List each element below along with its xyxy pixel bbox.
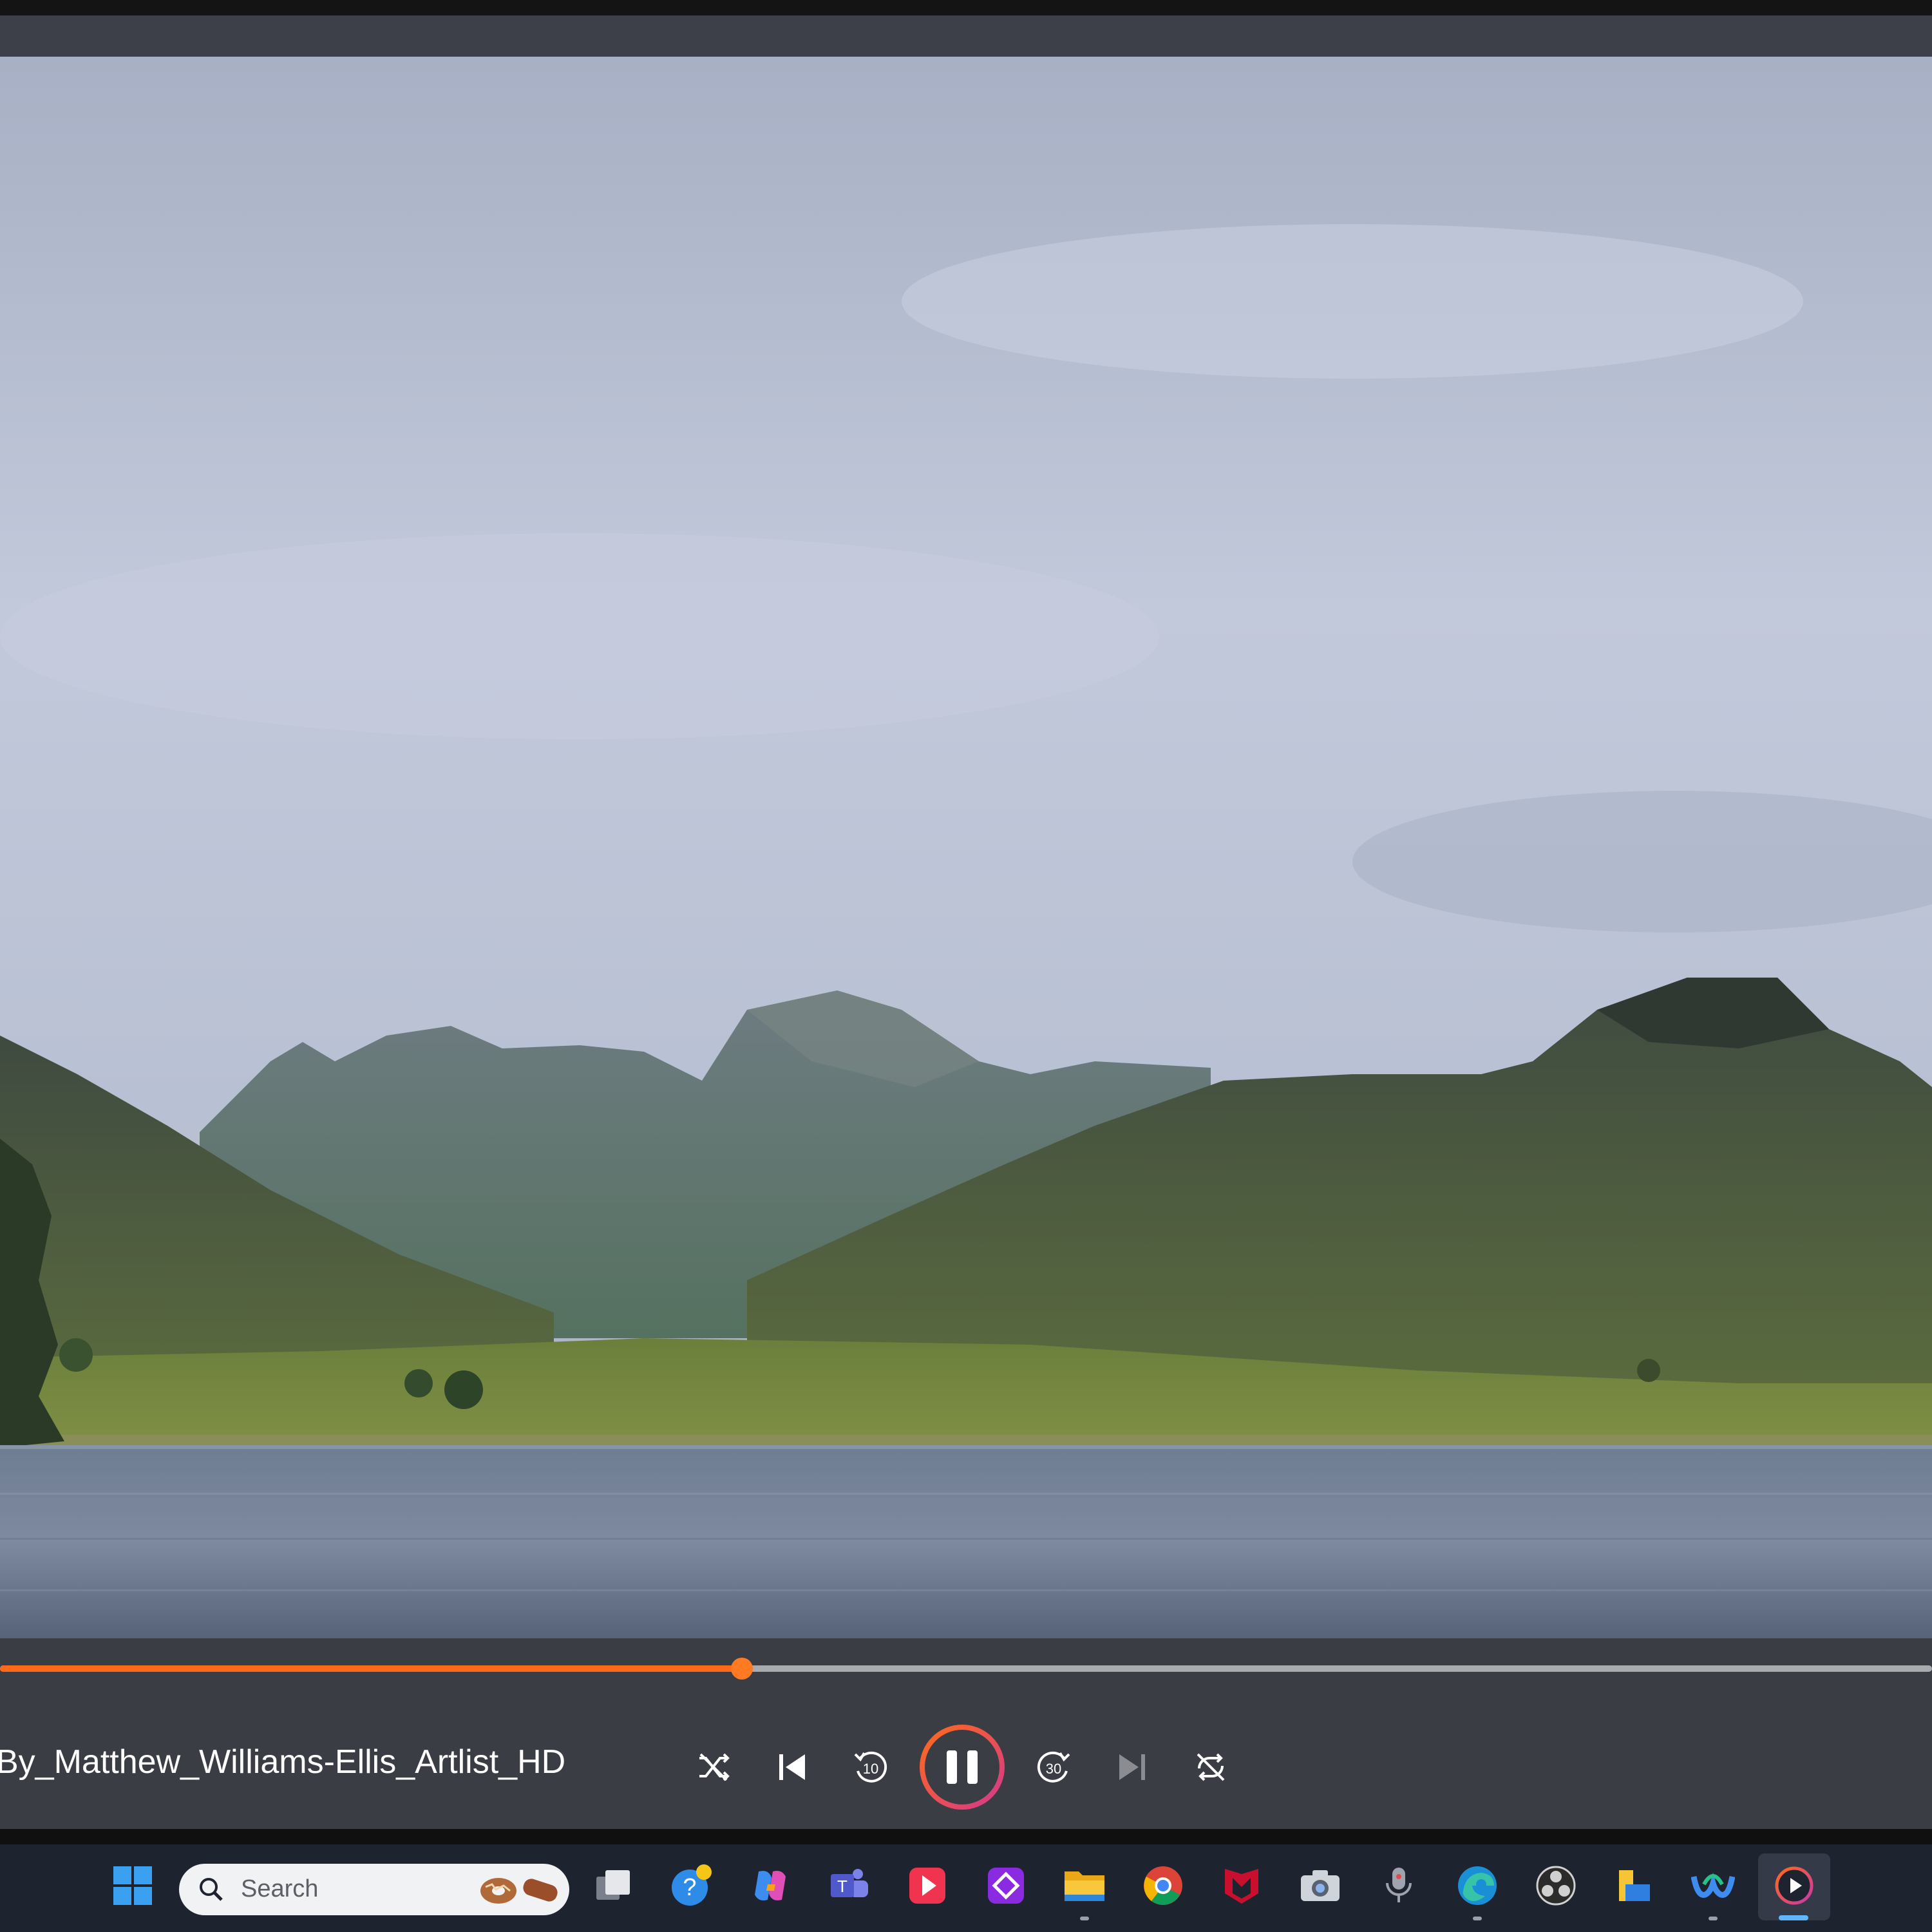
teams-icon: T [831,1869,868,1897]
voice-recorder-button[interactable] [1373,1860,1425,1911]
camera-button[interactable] [1294,1860,1346,1911]
repeat-off-icon [1197,1753,1225,1781]
clipchamp-icon [988,1868,1024,1904]
file-explorer-running-indicator [1080,1917,1089,1920]
get-help-icon: ? [672,1864,712,1906]
next-button[interactable] [1106,1741,1158,1793]
previous-icon [779,1754,805,1780]
task-view-button[interactable] [587,1860,639,1911]
obs-icon [1536,1866,1576,1906]
task-view-icon [596,1870,630,1900]
svg-text:T: T [837,1877,848,1896]
chrome-icon [1144,1866,1182,1905]
svg-text:10: 10 [863,1761,878,1777]
webex-icon [1691,1872,1735,1898]
seek-bar-progress [0,1665,742,1672]
teams-button[interactable]: T [823,1860,875,1911]
edge-running-indicator [1473,1917,1482,1920]
camera-icon [1301,1870,1340,1901]
screen: By_Matthew_Williams-Ellis_Artlist_HD 10 [0,0,1932,1932]
video-frame[interactable] [0,57,1932,1638]
get-help-button[interactable]: ? [666,1860,717,1911]
files-button[interactable] [1609,1860,1660,1911]
obs-button[interactable] [1530,1860,1582,1911]
voice-recorder-icon [1386,1868,1412,1902]
skip-back-10-button[interactable]: 10 [845,1741,896,1793]
copilot-icon [755,1871,786,1900]
svg-text:?: ? [683,1874,696,1901]
skip-forward-30-icon: 30 [1037,1751,1070,1783]
svg-text:30: 30 [1046,1761,1061,1777]
shuffle-button[interactable] [688,1741,739,1793]
mcafee-icon [1225,1869,1258,1904]
webex-button[interactable] [1687,1860,1739,1911]
window-bottom-border [0,1829,1932,1844]
title-bar[interactable] [0,15,1932,57]
taskbar-search[interactable]: Search [179,1864,569,1915]
mcafee-button[interactable] [1216,1860,1267,1911]
chrome-button[interactable] [1137,1860,1189,1911]
media-app-button[interactable] [902,1860,953,1911]
next-icon [1119,1754,1145,1780]
window-top-border [0,0,1932,15]
media-title: By_Matthew_Williams-Ellis_Artlist_HD [0,1743,566,1781]
previous-button[interactable] [766,1741,818,1793]
shuffle-icon [699,1753,730,1781]
skip-back-10-icon: 10 [854,1751,887,1783]
copilot-button[interactable] [744,1860,796,1911]
edge-icon [1458,1866,1497,1905]
media-player-icon [1775,1866,1814,1905]
clipchamp-button[interactable] [980,1860,1032,1911]
file-explorer-button[interactable] [1059,1860,1110,1911]
windows-start-icon [113,1866,152,1905]
search-placeholder: Search [241,1875,319,1902]
files-icon [1619,1870,1650,1901]
player-controls: By_Matthew_Williams-Ellis_Artlist_HD 10 [0,1638,1932,1829]
skip-forward-30-button[interactable]: 30 [1028,1741,1079,1793]
search-highlight-icon [480,1878,558,1904]
search-icon [200,1878,223,1901]
play-pause-button[interactable] [917,1722,1007,1812]
media-player-button[interactable] [1768,1860,1820,1911]
repeat-button[interactable] [1185,1741,1236,1793]
edge-button[interactable] [1452,1860,1503,1911]
taskbar: Search ? T [0,1844,1932,1932]
media-app-icon [909,1868,945,1904]
webex-running-indicator [1709,1917,1718,1920]
media-player-active-indicator [1779,1915,1808,1920]
file-explorer-icon [1065,1871,1104,1901]
start-button[interactable] [107,1860,158,1911]
seek-bar-thumb[interactable] [731,1658,753,1680]
